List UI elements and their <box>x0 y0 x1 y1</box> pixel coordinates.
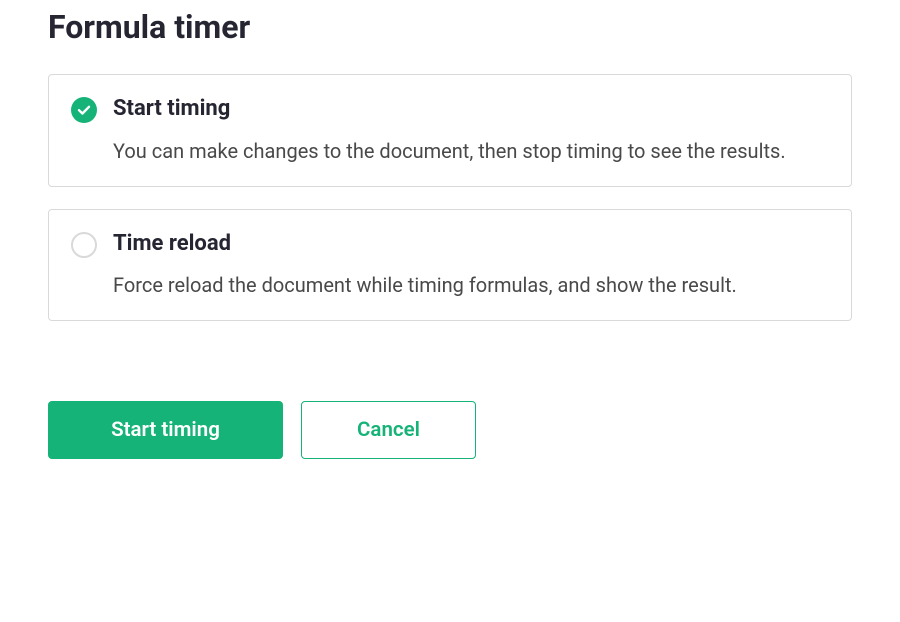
option-description: Force reload the document while timing f… <box>113 270 829 300</box>
radio-selected-icon <box>71 97 97 123</box>
option-title: Time reload <box>113 230 829 259</box>
option-body: Time reload Force reload the document wh… <box>113 230 829 301</box>
option-description: You can make changes to the document, th… <box>113 136 829 166</box>
option-card-time-reload[interactable]: Time reload Force reload the document wh… <box>48 209 852 322</box>
cancel-button[interactable]: Cancel <box>301 401 476 459</box>
page-title: Formula timer <box>48 8 852 46</box>
option-title: Start timing <box>113 95 829 124</box>
option-body: Start timing You can make changes to the… <box>113 95 829 166</box>
button-row: Start timing Cancel <box>48 401 852 459</box>
start-timing-button[interactable]: Start timing <box>48 401 283 459</box>
option-card-start-timing[interactable]: Start timing You can make changes to the… <box>48 74 852 187</box>
radio-unselected-icon <box>71 232 97 258</box>
